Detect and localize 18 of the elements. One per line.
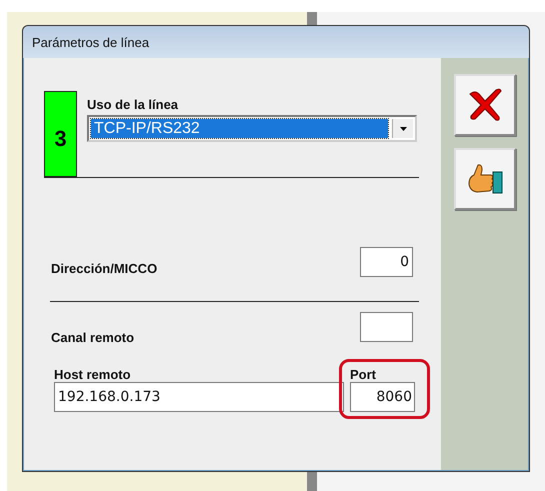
usage-label: Uso de la línea [87,97,180,112]
address-field[interactable]: 0 [360,247,413,277]
address-label: Dirección/MICCO [51,261,158,276]
usage-value: TCP-IP/RS232 [91,119,388,138]
window-title: Parámetros de línea [32,34,150,50]
port-field[interactable]: 8060 [350,382,415,412]
ok-button[interactable] [454,148,516,210]
line-number-badge: 3 [44,91,77,177]
port-label: Port [350,367,377,382]
dropdown-button[interactable] [392,119,413,138]
remote-host-label: Host remoto [54,367,132,382]
remote-host-field[interactable]: 192.168.0.173 [54,382,344,412]
caret-icon [400,126,406,130]
usage-dropdown[interactable]: TCP-IP/RS232 [87,115,417,142]
close-icon [466,88,502,122]
remote-channel-field[interactable] [360,312,413,342]
remote-channel-label: Canal remoto [51,330,134,345]
cancel-button[interactable] [454,74,516,136]
